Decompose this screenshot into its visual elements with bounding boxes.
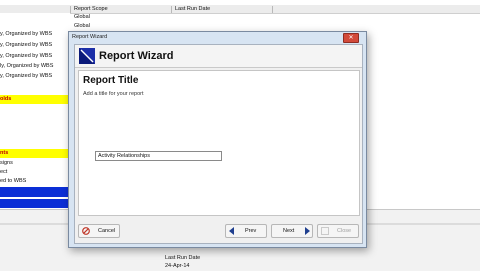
list-item-selected[interactable]	[0, 187, 70, 197]
list-item[interactable]: ly, Organized by WBS	[0, 62, 70, 71]
wizard-logo-icon	[79, 48, 95, 64]
page-description: Add a title for your report	[83, 91, 144, 97]
wizard-footer: Cancel Prev Next Close	[75, 219, 362, 243]
cancel-icon	[82, 227, 90, 235]
list-item[interactable]: y, Organized by WBS	[0, 41, 70, 50]
prev-button[interactable]: Prev	[225, 224, 267, 238]
cancel-button[interactable]: Cancel	[78, 224, 120, 238]
list-item[interactable]: signs	[0, 159, 70, 168]
column-last-run-date[interactable]: Last Run Date	[171, 6, 275, 13]
list-item[interactable]: y, Organized by WBS	[0, 52, 70, 61]
list-item-selected[interactable]	[0, 199, 70, 208]
wizard-page: Report Title Add a title for your report…	[78, 70, 360, 216]
report-title-input[interactable]: Activity Relationships	[95, 151, 222, 161]
close-dialog-icon	[321, 227, 329, 235]
column-empty	[272, 6, 480, 13]
column-report-scope[interactable]: Report Scope	[70, 6, 174, 13]
prev-label: Prev	[245, 228, 257, 234]
close-button[interactable]: Close	[317, 224, 359, 238]
cancel-label: Cancel	[98, 228, 116, 234]
scope-cell: Global	[74, 14, 90, 20]
next-button[interactable]: Next	[271, 224, 313, 238]
dialog-window-title: Report Wizard	[72, 34, 108, 40]
bottom-last-run-value: 24-Apr-14	[165, 263, 190, 269]
dialog-content: Report Wizard Report Title Add a title f…	[74, 44, 363, 244]
close-label: Close	[337, 228, 352, 234]
list-group-header[interactable]: olds	[0, 95, 70, 104]
next-label: Next	[283, 228, 295, 234]
background-scope-column: Global Global	[74, 13, 90, 31]
background-column-header: Report Scope Last Run Date	[0, 5, 480, 14]
list-group-header[interactable]: nts	[0, 149, 70, 158]
close-icon[interactable]: ✕	[343, 33, 359, 43]
wizard-title: Report Wizard	[99, 50, 174, 62]
arrow-right-icon	[305, 227, 310, 235]
page-title: Report Title	[83, 75, 139, 86]
bottom-column-header: Last Run Date	[165, 255, 201, 261]
background-report-list: y, Organized by WBS y, Organized by WBS …	[0, 13, 70, 209]
arrow-left-icon	[229, 227, 234, 235]
list-item[interactable]: y, Organized by WBS	[0, 72, 70, 81]
wizard-header: Report Wizard	[75, 45, 362, 68]
list-item[interactable]: ect	[0, 168, 70, 177]
list-item[interactable]: y, Organized by WBS	[0, 30, 70, 39]
report-wizard-dialog: Report Wizard ✕ Report Wizard Report Tit…	[68, 31, 367, 248]
scope-cell: Global	[74, 23, 90, 29]
list-item[interactable]: ed to WBS	[0, 177, 70, 186]
